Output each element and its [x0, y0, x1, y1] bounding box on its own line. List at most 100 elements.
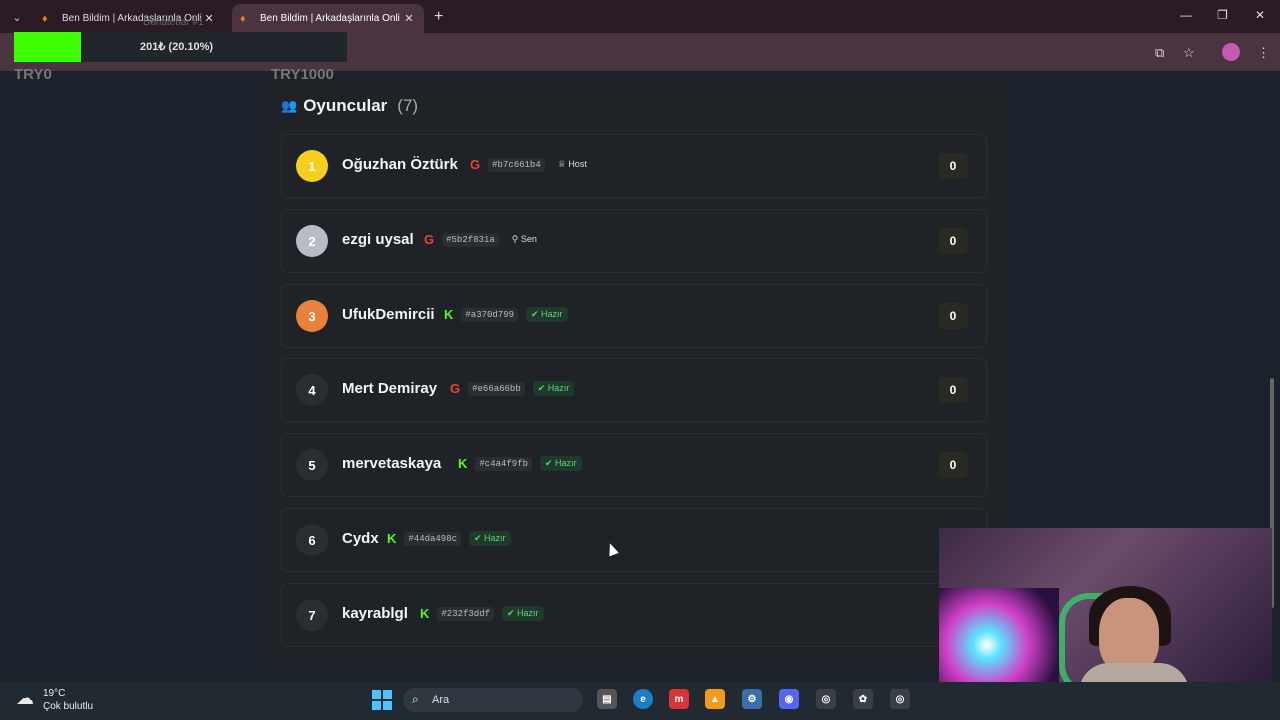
close-tab-icon[interactable]: ✕	[202, 12, 216, 25]
player-status-badge: ✔ Hazır	[502, 606, 544, 621]
player-status-badge: ✔ Hazır	[532, 381, 575, 396]
new-tab-button[interactable]: +	[434, 8, 443, 26]
check-circle-icon: ✔	[537, 383, 548, 393]
player-score: 0	[938, 452, 968, 478]
edge-browser-icon[interactable]: e	[633, 689, 653, 709]
steam-icon[interactable]: ✿	[853, 689, 873, 709]
window-close-icon[interactable]: ✕	[1255, 8, 1265, 22]
player-id-tag: #5b2f831a	[442, 232, 499, 247]
streamer-face	[1099, 598, 1159, 673]
player-row[interactable]: 4 Mert Demiray G #e66a66bb ✔ Hazır 0	[281, 358, 987, 422]
kick-icon: K	[444, 307, 454, 322]
streamer-body	[1079, 663, 1189, 683]
tab-search-icon[interactable]: ⌄	[6, 6, 28, 28]
player-name: mervetaskaya	[342, 455, 442, 472]
weather-description[interactable]: Çok bulutlu	[43, 701, 93, 712]
players-header: 👥 Oyuncular (7)	[281, 96, 418, 116]
status-label: Hazır	[547, 383, 570, 393]
player-rank: 7	[296, 599, 328, 631]
search-icon: ⌕	[412, 692, 419, 706]
kick-icon: K	[458, 456, 468, 471]
install-app-icon[interactable]: ⧉	[1155, 45, 1164, 61]
google-icon: G	[424, 232, 435, 247]
player-meta: K #c4a4f9fb ✔ Hazır	[458, 456, 582, 471]
kick-icon: K	[387, 531, 397, 546]
kick-icon: K	[420, 606, 430, 621]
player-id-tag: #232f3ddf	[437, 606, 494, 621]
player-meta: G #b7c661b4 ♕ Host	[470, 157, 592, 172]
player-rank: 3	[296, 300, 328, 332]
player-score: 0	[938, 228, 968, 254]
weather-cloud-icon[interactable]: ☁	[16, 688, 34, 709]
player-id-tag: #a370d799	[461, 307, 518, 322]
player-status-badge: ✔ Hazır	[540, 456, 582, 471]
weather-temperature[interactable]: 19°C	[43, 688, 65, 699]
kebab-menu-icon[interactable]: ⋮	[1257, 45, 1270, 61]
player-rank: 4	[296, 374, 328, 406]
donation-progress-fill	[14, 32, 81, 62]
status-label: Hazır	[517, 608, 539, 618]
player-id-tag: #c4a4f9fb	[475, 456, 532, 471]
player-row[interactable]: 3 UfukDemircii K #a370d799 ✔ Hazır 0	[281, 284, 987, 348]
player-status-badge: ♕ Host	[553, 157, 592, 172]
status-label: Hazır	[541, 309, 563, 319]
discord-icon[interactable]: ◉	[779, 689, 799, 709]
player-status-badge: ⚲ Sen	[507, 232, 542, 247]
check-circle-icon: ✔	[545, 458, 556, 468]
windows-start-icon[interactable]	[372, 690, 392, 710]
player-name: UfukDemircii	[342, 306, 435, 323]
donatebar-label: Donatebar #1	[143, 17, 204, 28]
chrome-icon[interactable]: ◎	[816, 689, 836, 709]
check-circle-icon: ✔	[474, 533, 485, 543]
player-name: ezgi uysal	[342, 231, 414, 248]
player-name: Cydx	[342, 530, 379, 547]
bookmark-star-icon[interactable]: ☆	[1183, 45, 1195, 61]
player-id-tag: #e66a66bb	[468, 381, 525, 396]
player-row[interactable]: 5 mervetaskaya K #c4a4f9fb ✔ Hazır 0	[281, 433, 987, 497]
close-tab-icon[interactable]: ✕	[402, 12, 416, 25]
player-name: Oğuzhan Öztürk	[342, 156, 458, 173]
player-status-badge: ✔ Hazır	[469, 531, 511, 546]
minimize-icon[interactable]: —	[1180, 8, 1192, 22]
taskbar-search-placeholder[interactable]: Ara	[432, 694, 449, 706]
google-icon: G	[470, 157, 481, 172]
donation-progress-text: 201₺ (20.10%)	[140, 41, 214, 53]
player-score: 0	[938, 377, 968, 403]
player-rank: 1	[296, 150, 328, 182]
site-favicon-icon: ♦	[240, 12, 246, 25]
taskbar-search-box[interactable]	[403, 688, 583, 712]
app-icon-red[interactable]: m	[669, 689, 689, 709]
player-meta: G #5b2f831a ⚲ Sen	[424, 232, 542, 247]
player-meta: G #e66a66bb ✔ Hazır	[450, 381, 575, 396]
users-icon: 👥	[281, 98, 298, 113]
status-label: Hazır	[555, 458, 577, 468]
chrome-profile-icon[interactable]: ◎	[890, 689, 910, 709]
player-name: kayrablgl	[342, 605, 408, 622]
status-label: Sen	[520, 234, 537, 244]
player-name: Mert Demiray	[342, 380, 438, 397]
restore-icon[interactable]: ❐	[1217, 8, 1228, 22]
webcam-overlay	[939, 528, 1272, 683]
player-status-badge: ✔ Hazır	[526, 307, 568, 322]
player-id-tag: #44da498c	[404, 531, 461, 546]
player-row[interactable]: 7 kayrablgl K #232f3ddf ✔ Hazır	[281, 583, 987, 647]
player-score: 0	[938, 153, 968, 179]
players-title: Oyuncular	[303, 96, 388, 115]
google-icon: G	[450, 381, 461, 396]
browser-tab-2[interactable]: ♦ Ben Bildim | Arkadaşlarınla Onli ✕	[232, 4, 424, 33]
crown-icon: ♕	[557, 159, 569, 169]
player-rank: 2	[296, 225, 328, 257]
check-circle-icon: ✔	[531, 309, 542, 319]
settings-app-icon[interactable]: ⚙	[742, 689, 762, 709]
player-rank: 6	[296, 524, 328, 556]
player-rank: 5	[296, 449, 328, 481]
player-row[interactable]: 2 ezgi uysal G #5b2f831a ⚲ Sen 0	[281, 209, 987, 273]
site-favicon-icon: ♦	[42, 12, 48, 25]
status-label: Host	[568, 159, 587, 169]
warning-app-icon[interactable]: ▲	[705, 689, 725, 709]
profile-avatar[interactable]	[1222, 43, 1240, 61]
player-meta: K #a370d799 ✔ Hazır	[444, 307, 568, 322]
player-row[interactable]: 6 Cydx K #44da498c ✔ Hazır	[281, 508, 987, 572]
player-row[interactable]: 1 Oğuzhan Öztürk G #b7c661b4 ♕ Host 0	[281, 134, 987, 198]
file-explorer-icon[interactable]: ▤	[597, 689, 617, 709]
